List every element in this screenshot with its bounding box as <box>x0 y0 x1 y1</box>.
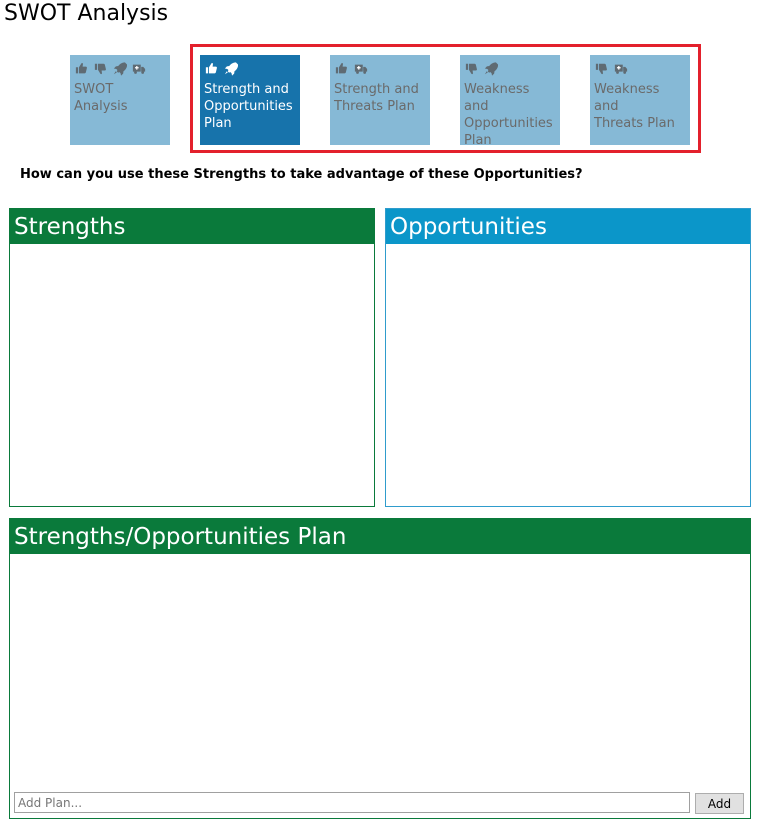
tab-label: Strength and Threats Plan <box>334 82 419 114</box>
rocket-icon <box>224 62 238 76</box>
tab-icons <box>205 61 296 77</box>
tab-icons <box>465 61 556 77</box>
tab-label: Weakness and Opportunities Plan <box>464 82 553 148</box>
add-plan-input[interactable] <box>14 792 690 813</box>
tab-strength-threats-plan[interactable]: Strength and Threats Plan <box>330 55 430 145</box>
add-plan-button[interactable]: Add <box>695 793 744 814</box>
tab-icons <box>335 61 426 77</box>
tab-weakness-threats-plan[interactable]: Weakness and Threats Plan <box>590 55 690 145</box>
tab-swot-analysis[interactable]: SWOT Analysis <box>70 55 170 145</box>
ambulance-icon <box>132 62 146 76</box>
guiding-question: How can you use these Strengths to take … <box>20 167 583 182</box>
strengths-panel-title: Strengths <box>10 209 374 244</box>
thumbs-up-icon <box>75 62 89 76</box>
thumbs-down-icon <box>465 62 479 76</box>
tab-strength-opportunities-plan[interactable]: Strength and Opportunities Plan <box>200 55 300 145</box>
plan-list[interactable] <box>10 554 750 788</box>
plan-panel: Strengths/Opportunities Plan <box>9 518 751 819</box>
page-title: SWOT Analysis <box>4 1 169 26</box>
opportunities-panel: Opportunities <box>385 208 751 507</box>
opportunities-list[interactable] <box>386 244 750 506</box>
ambulance-icon <box>354 62 368 76</box>
rocket-icon <box>484 62 498 76</box>
thumbs-down-icon <box>595 62 609 76</box>
opportunities-panel-title: Opportunities <box>386 209 750 244</box>
thumbs-down-icon <box>94 62 108 76</box>
tab-weakness-opportunities-plan[interactable]: Weakness and Opportunities Plan <box>460 55 560 148</box>
plan-panel-title: Strengths/Opportunities Plan <box>10 519 750 554</box>
add-plan-row: Add <box>14 792 750 814</box>
tab-label: Weakness and Threats Plan <box>594 82 675 131</box>
thumbs-up-icon <box>205 62 219 76</box>
tab-icons <box>75 61 166 77</box>
ambulance-icon <box>614 62 628 76</box>
tab-label: SWOT Analysis <box>74 82 128 114</box>
thumbs-up-icon <box>335 62 349 76</box>
tab-label: Strength and Opportunities Plan <box>204 82 293 131</box>
rocket-icon <box>113 62 127 76</box>
strengths-list[interactable] <box>10 244 374 506</box>
tab-icons <box>595 61 686 77</box>
strengths-panel: Strengths <box>9 208 375 507</box>
